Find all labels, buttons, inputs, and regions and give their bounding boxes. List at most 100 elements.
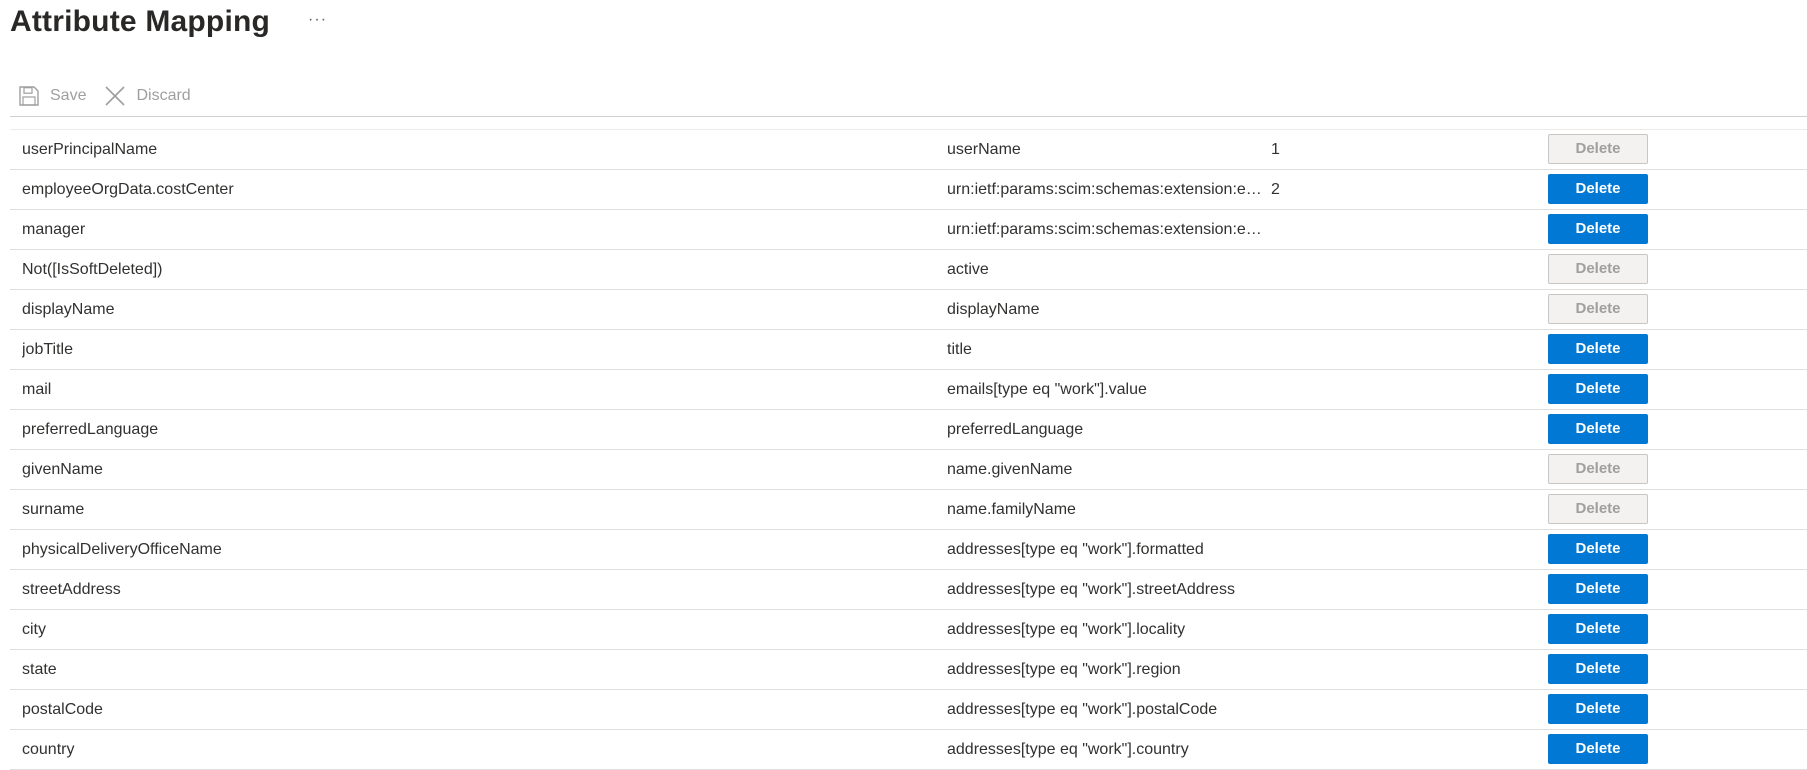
action-cell: Delete <box>1548 450 1648 489</box>
matching-precedence-cell: 1 <box>1271 141 1280 158</box>
source-attribute-cell: Not([IsSoftDeleted]) <box>22 261 163 278</box>
table-row[interactable]: postalCode addresses[type eq "work"].post… <box>10 690 1807 730</box>
delete-button: Delete <box>1548 454 1648 484</box>
table-row[interactable]: employeeOrgData.costCenter urn:ietf:param… <box>10 170 1807 210</box>
matching-precedence-cell <box>1271 290 1331 329</box>
save-label: Save <box>50 87 87 104</box>
source-attribute-cell: surname <box>22 501 85 518</box>
matching-precedence-cell <box>1271 490 1331 529</box>
source-attribute-cell: manager <box>22 221 86 238</box>
command-bar: Save Discard <box>18 82 191 110</box>
table-row[interactable]: Not([IsSoftDeleted]) active Delete <box>10 250 1807 290</box>
action-cell: Delete <box>1548 170 1648 209</box>
source-attribute-cell: country <box>22 741 75 758</box>
delete-button[interactable]: Delete <box>1548 534 1648 564</box>
action-cell: Delete <box>1548 410 1648 449</box>
matching-precedence-cell <box>1271 730 1331 769</box>
delete-button[interactable]: Delete <box>1548 214 1648 244</box>
source-attribute-cell: displayName <box>22 301 115 318</box>
table-row[interactable]: manager urn:ietf:params:scim:schemas:exte… <box>10 210 1807 250</box>
delete-button[interactable]: Delete <box>1548 614 1648 644</box>
source-attribute-cell: streetAddress <box>22 581 121 598</box>
target-attribute-cell: name.familyName <box>947 501 1076 518</box>
action-cell: Delete <box>1548 730 1648 769</box>
action-cell: Delete <box>1548 250 1648 289</box>
delete-button[interactable]: Delete <box>1548 694 1648 724</box>
toolbar-divider <box>10 116 1807 117</box>
table-row[interactable]: streetAddress addresses[type eq "work"].s… <box>10 570 1807 610</box>
target-attribute-cell: active <box>947 261 989 278</box>
action-cell: Delete <box>1548 650 1648 689</box>
target-attribute-cell: addresses[type eq "work"].country <box>947 741 1189 758</box>
target-attribute-cell: addresses[type eq "work"].postalCode <box>947 701 1218 718</box>
matching-precedence-cell <box>1271 450 1331 489</box>
table-row[interactable]: surname name.familyName Delete <box>10 490 1807 530</box>
source-attribute-cell: mail <box>22 381 52 398</box>
action-cell: Delete <box>1548 530 1648 569</box>
action-cell: Delete <box>1548 330 1648 369</box>
more-options-button[interactable]: ··· <box>302 0 333 40</box>
delete-button[interactable]: Delete <box>1548 574 1648 604</box>
target-attribute-cell: urn:ietf:params:scim:schemas:extension:e… <box>947 181 1263 198</box>
table-row[interactable]: physicalDeliveryOfficeName addresses[type… <box>10 530 1807 570</box>
matching-precedence-cell <box>1271 690 1331 729</box>
table-row[interactable]: userPrincipalName userName 1 Delete <box>10 130 1807 170</box>
delete-button: Delete <box>1548 134 1648 164</box>
delete-button: Delete <box>1548 494 1648 524</box>
attribute-mapping-page: Attribute Mapping ··· Save Discard userP… <box>0 0 1807 770</box>
table-row[interactable]: mail emails[type eq "work"].value Delete <box>10 370 1807 410</box>
mapping-table: userPrincipalName userName 1 Delete employee… <box>10 130 1807 770</box>
title-row: Attribute Mapping ··· <box>10 2 333 42</box>
source-attribute-cell: preferredLanguage <box>22 421 159 438</box>
delete-button[interactable]: Delete <box>1548 654 1648 684</box>
table-row[interactable]: givenName name.givenName Delete <box>10 450 1807 490</box>
source-attribute-cell: userPrincipalName <box>22 141 158 158</box>
table-row[interactable]: city addresses[type eq "work"].locality De… <box>10 610 1807 650</box>
target-attribute-cell: addresses[type eq "work"].streetAddress <box>947 581 1235 598</box>
delete-button[interactable]: Delete <box>1548 374 1648 404</box>
target-attribute-cell: title <box>947 341 972 358</box>
table-row[interactable]: preferredLanguage preferredLanguage Delete <box>10 410 1807 450</box>
action-cell: Delete <box>1548 370 1648 409</box>
delete-button[interactable]: Delete <box>1548 334 1648 364</box>
delete-button[interactable]: Delete <box>1548 414 1648 444</box>
table-row[interactable]: displayName displayName Delete <box>10 290 1807 330</box>
action-cell: Delete <box>1548 490 1648 529</box>
table-row[interactable]: jobTitle title Delete <box>10 330 1807 370</box>
target-attribute-cell: emails[type eq "work"].value <box>947 381 1147 398</box>
target-attribute-cell: name.givenName <box>947 461 1073 478</box>
matching-precedence-cell <box>1271 410 1331 449</box>
target-attribute-cell: addresses[type eq "work"].locality <box>947 621 1186 638</box>
source-attribute-cell: employeeOrgData.costCenter <box>22 181 234 198</box>
page-title: Attribute Mapping <box>10 5 271 38</box>
source-attribute-cell: postalCode <box>22 701 103 718</box>
matching-precedence-cell <box>1271 370 1331 409</box>
delete-button: Delete <box>1548 254 1648 284</box>
target-attribute-cell: addresses[type eq "work"].formatted <box>947 541 1204 558</box>
matching-precedence-cell <box>1271 330 1331 369</box>
source-attribute-cell: jobTitle <box>22 341 73 358</box>
matching-precedence-cell <box>1271 570 1331 609</box>
discard-label: Discard <box>136 87 191 104</box>
save-button[interactable]: Save <box>18 85 86 107</box>
table-row[interactable]: country addresses[type eq "work"].country… <box>10 730 1807 770</box>
target-attribute-cell: userName <box>947 141 1021 158</box>
target-attribute-cell: addresses[type eq "work"].region <box>947 661 1181 678</box>
table-row[interactable]: state addresses[type eq "work"].region Del… <box>10 650 1807 690</box>
matching-precedence-cell <box>1271 210 1331 249</box>
delete-button[interactable]: Delete <box>1548 174 1648 204</box>
target-attribute-cell: displayName <box>947 301 1040 318</box>
delete-button[interactable]: Delete <box>1548 734 1648 764</box>
matching-precedence-cell <box>1271 530 1331 569</box>
matching-precedence-cell <box>1271 610 1331 649</box>
source-attribute-cell: state <box>22 661 57 678</box>
source-attribute-cell: physicalDeliveryOfficeName <box>22 541 222 558</box>
save-icon <box>18 85 40 107</box>
action-cell: Delete <box>1548 690 1648 729</box>
matching-precedence-cell: 2 <box>1271 181 1280 198</box>
matching-precedence-cell <box>1271 250 1331 289</box>
source-attribute-cell: city <box>22 621 46 638</box>
action-cell: Delete <box>1548 290 1648 329</box>
discard-button[interactable]: Discard <box>104 85 191 107</box>
delete-button: Delete <box>1548 294 1648 324</box>
